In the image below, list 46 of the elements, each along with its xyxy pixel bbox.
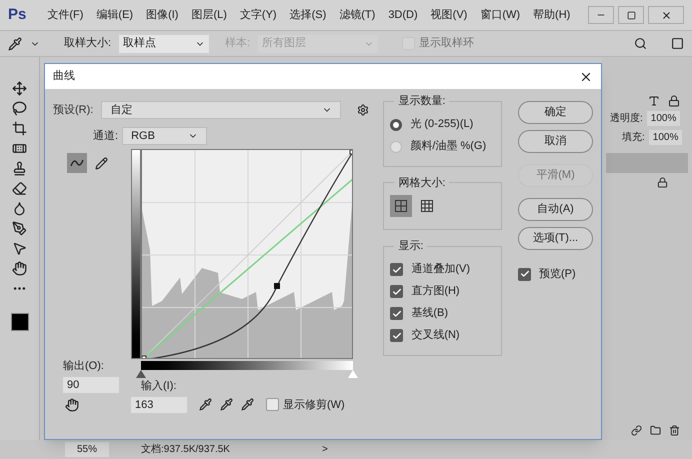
checkbox-label: 交叉线(N): [411, 328, 460, 344]
group-title: 显示:: [397, 239, 424, 254]
menu-item[interactable]: 视图(V): [430, 6, 468, 24]
menu-item[interactable]: 图层(L): [191, 6, 227, 24]
channel-label: 通道:: [93, 128, 118, 144]
channel-dropdown[interactable]: RGB: [122, 127, 208, 145]
sample-size-dropdown[interactable]: 取样点: [119, 34, 210, 52]
dialog-button[interactable]: 选项(T)...: [518, 227, 593, 250]
menu-item[interactable]: 窗口(W): [480, 6, 520, 24]
checkbox-label: 通道叠加(V): [411, 262, 470, 278]
opacity-label: 透明度:: [610, 112, 643, 126]
checkbox-label: 显示修剪(W): [283, 398, 345, 412]
checkbox-label: 基线(B): [411, 306, 448, 322]
output-field[interactable]: 90: [63, 376, 119, 392]
checkbox-label: 直方图(H): [411, 284, 460, 300]
opacity-field[interactable]: 100%: [646, 111, 680, 126]
fill-field[interactable]: 100%: [648, 130, 682, 145]
group-title: 显示数量:: [397, 94, 446, 109]
group-title: 网格大小:: [397, 176, 446, 190]
menu-item[interactable]: 图像(I): [146, 6, 178, 24]
dialog-button[interactable]: 确定: [518, 101, 593, 124]
radio-label: 颜料/油墨 %(G): [410, 138, 486, 154]
arrow-button[interactable]: >: [322, 442, 328, 457]
menu-item[interactable]: 帮助(H): [533, 6, 570, 24]
dialog-button[interactable]: 自动(A): [518, 198, 593, 221]
preset-dropdown[interactable]: 自定: [101, 101, 342, 119]
preset-label: 预设(R):: [53, 102, 94, 118]
output-label: 输出(O):: [63, 359, 105, 374]
app-logo: Ps: [8, 4, 26, 25]
menu-item[interactable]: 3D(D): [388, 6, 418, 24]
dialog-title: 曲线: [53, 69, 75, 84]
zoom-level[interactable]: 55%: [65, 442, 110, 457]
input-label: 输入(I):: [141, 379, 178, 394]
checkbox-label: 预览(P): [539, 267, 576, 282]
menu-item[interactable]: 文件(F): [47, 6, 84, 24]
radio-label: 光 (0-255)(L): [410, 117, 474, 132]
input-field[interactable]: 163: [131, 396, 187, 413]
option-label: 取样大小:: [64, 36, 112, 52]
menu-item[interactable]: 编辑(E): [96, 6, 134, 24]
dialog-button[interactable]: 取消: [518, 130, 593, 153]
checkbox-label: 显示取样环: [419, 36, 474, 52]
menu-item[interactable]: 选择(S): [290, 6, 326, 24]
menu-item[interactable]: 文字(Y): [240, 6, 277, 24]
menu-item[interactable]: 滤镜(T): [339, 6, 376, 24]
document-size: 文档:937.5K/937.5K: [141, 442, 230, 457]
fill-label: 填充:: [622, 130, 645, 145]
